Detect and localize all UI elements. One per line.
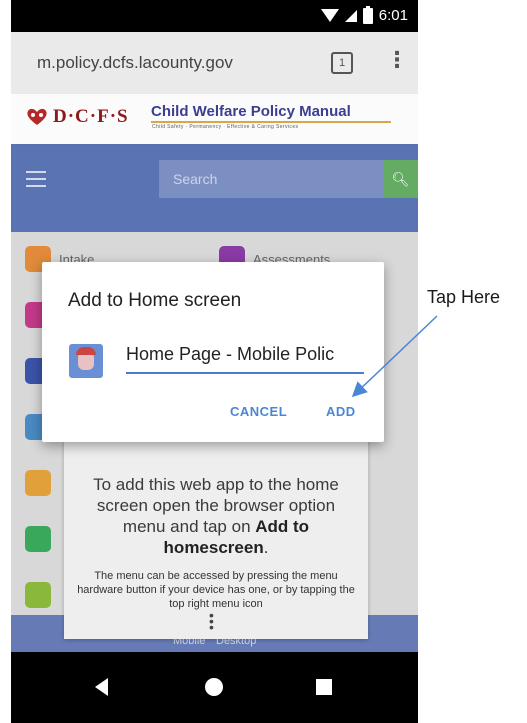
annotation-arrow-icon	[351, 315, 438, 398]
